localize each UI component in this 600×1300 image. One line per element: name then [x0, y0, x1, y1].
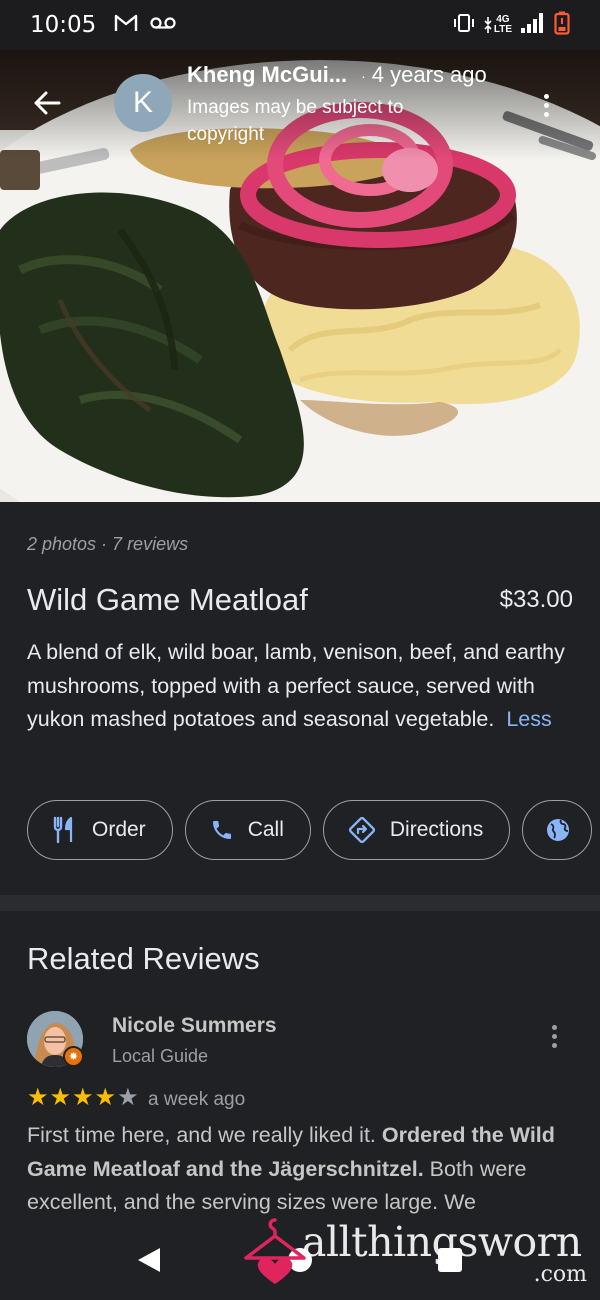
4g-lte-icon: 4G LTE: [484, 15, 512, 35]
section-divider: [0, 895, 600, 911]
review-text[interactable]: First time here, and we really liked it.…: [27, 1119, 582, 1220]
back-button[interactable]: [28, 84, 66, 122]
star-filled-icon: ★: [94, 1084, 117, 1111]
item-meta[interactable]: 2 photos · 7 reviews: [27, 534, 188, 555]
arrow-left-icon: [34, 91, 61, 115]
author-name[interactable]: Kheng McGui...: [187, 62, 347, 87]
status-bar: 10:05 4G LTE: [0, 0, 600, 50]
gmail-icon: [114, 13, 138, 38]
more-vert-icon: [551, 1024, 557, 1030]
star-filled-icon: ★: [72, 1084, 94, 1111]
item-description: A blend of elk, wild boar, lamb, venison…: [27, 636, 577, 737]
star-filled-icon: ★: [27, 1084, 49, 1111]
action-chips: Order Call Directions: [27, 800, 593, 860]
call-label: Call: [247, 818, 284, 841]
food-photo[interactable]: K Kheng McGui... · 4 years ago Images may …: [0, 50, 600, 502]
reviewer-subtitle: Local Guide: [112, 1046, 209, 1066]
star-filled-icon: ★: [49, 1084, 72, 1111]
copyright-note: Images may be subject to copyright: [187, 97, 404, 145]
system-icons: 4G LTE: [452, 11, 570, 40]
star-empty-icon: ★: [117, 1084, 139, 1111]
directions-icon: [348, 816, 375, 844]
watermark-text: allthingsworn: [302, 1218, 582, 1266]
item-price: $33.00: [499, 586, 573, 613]
directions-button[interactable]: Directions: [322, 800, 511, 860]
author-avatar[interactable]: K: [114, 74, 172, 132]
more-vert-icon: [543, 93, 549, 99]
order-button[interactable]: Order: [27, 800, 173, 860]
notification-icons: [114, 13, 176, 38]
local-guide-badge-icon: ✸: [63, 1046, 84, 1067]
review-more-options-button[interactable]: [542, 1021, 566, 1051]
review-text-part1: First time here, and we really liked it.: [27, 1123, 382, 1147]
voicemail-icon: [150, 16, 176, 35]
review-time: a week ago: [148, 1089, 246, 1110]
hanger-heart-logo-icon: [244, 1218, 306, 1284]
less-link[interactable]: Less: [506, 707, 551, 731]
signal-icon: [520, 12, 546, 39]
author-line: Kheng McGui... · 4 years ago: [187, 62, 487, 88]
watermark: allthingsworn .com: [240, 1210, 595, 1295]
description-text: A blend of elk, wild boar, lamb, venison…: [27, 640, 565, 731]
phone-icon: [212, 821, 231, 839]
photo-time-ago: 4 years ago: [371, 62, 487, 87]
network-sub: LTE: [493, 24, 512, 35]
review-rating: ★ ★ ★ ★ ★: [27, 1085, 139, 1111]
directions-label: Directions: [389, 818, 484, 841]
globe-icon: [547, 819, 570, 841]
order-label: Order: [92, 818, 146, 841]
triangle-back-icon: [138, 1248, 160, 1272]
battery-low-icon: [554, 11, 570, 40]
vibrate-icon: [452, 13, 476, 38]
author-separator: ·: [361, 68, 366, 85]
item-title: Wild Game Meatloaf: [27, 582, 308, 617]
menu-item-panel: 2 photos · 7 reviews Wild Game Meatloaf …: [0, 502, 600, 895]
status-time: 10:05: [30, 12, 97, 38]
restaurant-icon: [53, 816, 73, 844]
reviewer-name[interactable]: Nicole Summers: [112, 1014, 277, 1038]
call-button[interactable]: Call: [184, 800, 311, 860]
website-button[interactable]: [522, 800, 593, 860]
nav-back-button[interactable]: [136, 1246, 162, 1279]
reviews-heading: Related Reviews: [27, 941, 260, 976]
watermark-suffix: .com: [533, 1262, 587, 1287]
photo-more-options-button[interactable]: [534, 90, 558, 120]
